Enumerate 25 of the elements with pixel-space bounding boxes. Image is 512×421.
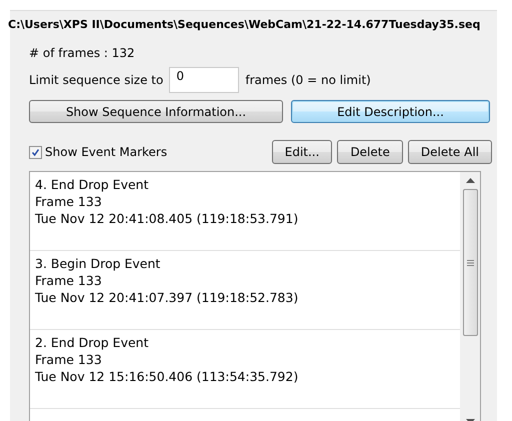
event-frame: Frame 133: [35, 193, 455, 210]
event-title: 4. End Drop Event: [35, 176, 150, 193]
event-frame: Frame 133: [35, 351, 455, 368]
frame-count: # of frames : 132: [29, 46, 136, 60]
event-time: Tue Nov 12 15:16:50.406 (113:54:35.792): [35, 368, 300, 385]
limit-label: Limit sequence size to: [29, 73, 164, 87]
delete-button[interactable]: Delete: [337, 140, 403, 164]
limit-field[interactable]: 0: [169, 67, 240, 93]
show-markers-label: Show Event Markers: [45, 145, 168, 159]
scroll-up-icon[interactable]: [466, 178, 474, 183]
file-path: C:\Users\XPS II\Documents\Sequences\WebCam\21-22-14.677Tuesday35.seq: [8, 17, 482, 31]
event-title: 3. Begin Drop Event: [35, 255, 162, 272]
show-markers-checkbox[interactable]: [29, 146, 42, 158]
event-time: Tue Nov 12 20:41:08.405 (119:18:53.791): [35, 210, 300, 227]
edit-description-button[interactable]: Edit Description...: [291, 100, 490, 123]
event-title: 2. End Drop Event: [35, 334, 150, 351]
scroll-thumb[interactable]: [462, 189, 478, 336]
show-info-button[interactable]: Show Sequence Information...: [29, 100, 283, 123]
event-frame: Frame 133: [35, 272, 455, 289]
limit-hint: frames (0 = no limit): [245, 73, 371, 87]
delete-all-button[interactable]: Delete All: [408, 140, 492, 164]
edit-event-button[interactable]: Edit...: [272, 140, 332, 164]
event-time: Tue Nov 12 20:41:07.397 (119:18:52.783): [35, 289, 300, 306]
grip-icon: [466, 260, 474, 266]
scrollbar[interactable]: [460, 172, 480, 421]
